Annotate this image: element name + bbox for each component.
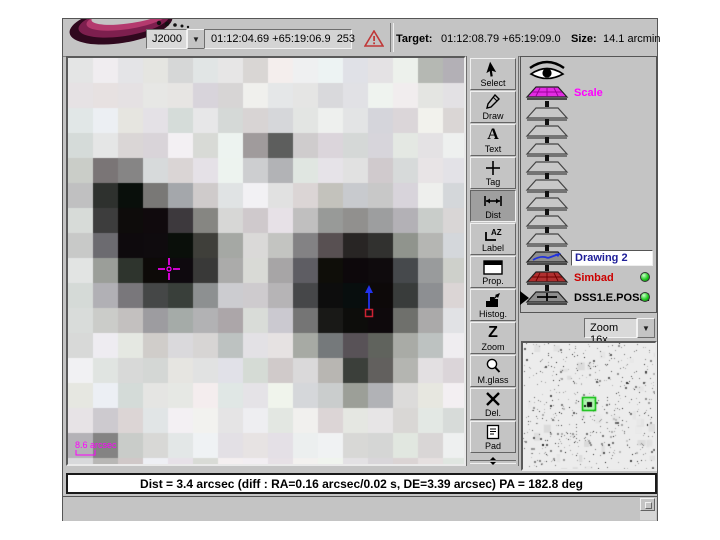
tool-label: Histog.: [479, 309, 507, 319]
toolbar-divider: [390, 23, 394, 52]
scale-indicator: 8.6 arcsec: [75, 441, 117, 456]
crosshair-marker: [158, 258, 180, 280]
measurement-overlay: [68, 58, 464, 464]
magnifier-tool-button[interactable]: M.glass: [470, 355, 516, 387]
distance-arrow-icon: [483, 192, 503, 210]
layer-dss-icon[interactable]: [523, 289, 571, 305]
delete-tool-button[interactable]: Del.: [470, 388, 516, 420]
notepad-icon: [486, 423, 500, 441]
layer-stack-panel: Scale Drawing 2: [520, 56, 657, 313]
properties-window-icon: [483, 258, 503, 276]
aladin-window: J2000 ▼ 01:12:04.69 +65:19:06.9 253 Targ…: [62, 18, 658, 521]
sky-image-view[interactable]: 8.6 arcsec: [66, 56, 466, 466]
simbad-status-led[interactable]: [640, 272, 650, 282]
tool-label: Text: [485, 144, 502, 154]
size-value: 14.1 arcmin: [603, 33, 660, 45]
draw-tool-button[interactable]: Draw: [470, 91, 516, 123]
pencil-icon: [485, 93, 501, 111]
svg-text:AZ: AZ: [491, 228, 502, 237]
tag-tool-button[interactable]: Tag: [470, 157, 516, 189]
cursor-arrow-icon: [485, 60, 501, 78]
magnifier-icon: [485, 357, 501, 375]
layer-dss-label[interactable]: DSS1.E.POSSI: [574, 292, 650, 304]
pad-tool-button[interactable]: Pad: [470, 421, 516, 453]
tool-label: Pad: [485, 441, 501, 451]
delete-x-icon: [485, 390, 501, 408]
overview-finder-panel[interactable]: [521, 341, 657, 471]
target-label: Target:: [396, 33, 432, 45]
tool-label: Dist: [485, 210, 501, 220]
splitter-arrows-icon: [488, 457, 498, 465]
select-tool-button[interactable]: Select: [470, 58, 516, 90]
tool-label: Draw: [482, 111, 503, 121]
zoom-select-value[interactable]: Zoom 16x: [584, 318, 637, 338]
tool-label: Zoom: [481, 342, 504, 352]
label-tool-button[interactable]: AZ Label: [470, 223, 516, 255]
layer-drawing-icon[interactable]: [523, 249, 571, 265]
screenshot-stage: J2000 ▼ 01:12:04.69 +65:19:06.9 253 Targ…: [0, 0, 720, 540]
visibility-eye-icon[interactable]: [527, 58, 567, 82]
console-scrollbar[interactable]: [640, 498, 656, 520]
tool-label: Tag: [486, 177, 501, 187]
layer-scale-label[interactable]: Scale: [574, 87, 603, 99]
dist-tool-button[interactable]: Dist: [470, 190, 516, 222]
size-label: Size:: [571, 33, 597, 45]
warning-icon: [364, 30, 384, 47]
panel-splitter-handle[interactable]: [470, 457, 516, 465]
top-toolbar: J2000 ▼ 01:12:04.69 +65:19:06.9 253 Targ…: [63, 19, 657, 57]
message-console: [63, 496, 657, 521]
overview-canvas[interactable]: [523, 343, 655, 469]
tool-palette: Select Draw A Text Tag Dist AZ Label: [466, 56, 519, 466]
layer-simbad-label[interactable]: Simbad: [574, 272, 614, 284]
letter-a-icon: A: [487, 126, 499, 144]
tool-label: Select: [480, 78, 505, 88]
target-value: 01:12:08.79 +65:19:09.0: [441, 33, 561, 45]
text-tool-button[interactable]: A Text: [470, 124, 516, 156]
layer-drawing-name-field[interactable]: Drawing 2: [571, 250, 653, 266]
tool-label: Prop.: [482, 276, 504, 286]
plus-icon: [485, 159, 501, 177]
frame-select[interactable]: J2000 ▼: [146, 29, 205, 49]
chevron-down-icon[interactable]: ▼: [637, 318, 655, 338]
dss-status-led[interactable]: [640, 292, 650, 302]
histogram-icon: [484, 291, 502, 309]
zoom-select[interactable]: Zoom 16x ▼: [584, 318, 655, 338]
distance-arrow-marker: [365, 285, 373, 317]
properties-tool-button[interactable]: Prop.: [470, 256, 516, 288]
layer-scale-icon[interactable]: [523, 84, 571, 100]
measurement-status-bar: Dist = 3.4 arcsec (diff : RA=0.16 arcsec…: [66, 473, 657, 494]
tool-label: Label: [482, 243, 504, 253]
position-readout-field[interactable]: 01:12:04.69 +65:19:06.9 253: [204, 29, 352, 49]
zoom-tool-button[interactable]: Z Zoom: [470, 322, 516, 354]
az-label-icon: AZ: [483, 225, 503, 243]
console-scroll-button[interactable]: [640, 498, 655, 511]
letter-z-icon: Z: [488, 324, 498, 342]
tool-label: Del.: [485, 408, 501, 418]
scale-indicator-label: 8.6 arcsec: [75, 440, 117, 450]
tool-label: M.glass: [477, 375, 508, 385]
layer-simbad-icon[interactable]: [523, 269, 571, 285]
histogram-tool-button[interactable]: Histog.: [470, 289, 516, 321]
chevron-down-icon[interactable]: ▼: [187, 29, 205, 49]
frame-select-value[interactable]: J2000: [146, 29, 187, 49]
measurement-status-text: Dist = 3.4 arcsec (diff : RA=0.16 arcsec…: [140, 477, 583, 491]
